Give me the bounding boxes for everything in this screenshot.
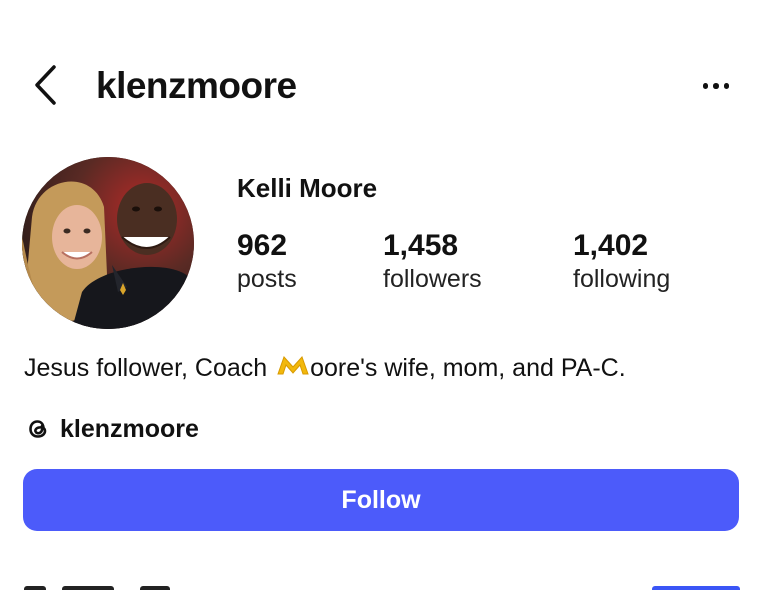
more-dot [713, 83, 719, 89]
follow-button[interactable]: Follow [23, 469, 739, 531]
more-horizontal-icon [702, 83, 709, 89]
profile-photo [22, 157, 194, 329]
followers-stat[interactable]: 1,458 followers [383, 228, 482, 294]
profile-page: klenzmoore Kelli Moore 962 posts 1,458 f… [0, 0, 768, 590]
following-stat[interactable]: 1,402 following [573, 228, 670, 294]
michigan-m-block-icon [277, 356, 309, 375]
cut-off-text [62, 586, 114, 590]
chevron-left-icon [35, 65, 56, 105]
cut-off-text [140, 586, 170, 590]
avatar[interactable] [22, 157, 194, 329]
posts-count: 962 [237, 229, 288, 262]
back-button[interactable] [26, 60, 66, 110]
threads-handle: klenzmoore [60, 415, 199, 443]
following-count: 1,402 [573, 229, 649, 262]
profile-full-name: Kelli Moore [237, 173, 378, 203]
followers-count: 1,458 [383, 229, 459, 262]
profile-username-title: klenzmoore [96, 65, 297, 106]
following-label: following [573, 265, 671, 293]
profile-bio: Jesus follower, Coach oore's wife, mom, … [24, 350, 626, 386]
cut-off-text [24, 586, 46, 590]
threads-link[interactable]: klenzmoore [24, 411, 199, 447]
posts-label: posts [237, 265, 297, 293]
cut-off-row [0, 578, 768, 590]
bio-text-end: oore's wife, mom, and PA-C. [310, 354, 626, 382]
bio-text-start: Jesus follower, Coach [24, 354, 275, 382]
more-dot [723, 83, 730, 89]
threads-icon [29, 420, 47, 438]
posts-stat[interactable]: 962 posts [237, 228, 297, 294]
followers-label: followers [383, 265, 482, 293]
cut-off-link[interactable] [652, 586, 740, 590]
more-options-button[interactable] [692, 70, 740, 102]
